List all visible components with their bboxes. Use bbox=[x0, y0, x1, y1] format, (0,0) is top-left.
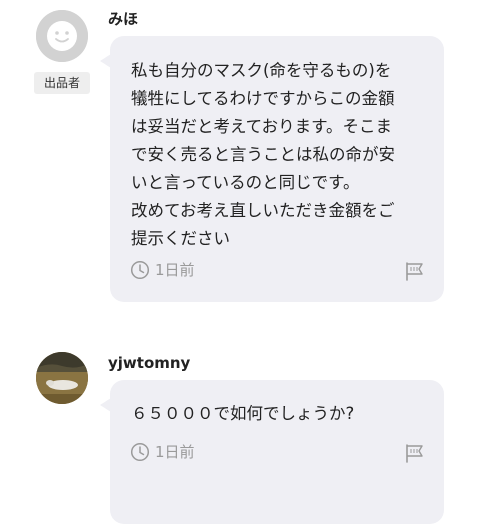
username[interactable]: yjwtomny bbox=[108, 354, 190, 372]
bubble-tail bbox=[100, 398, 111, 412]
seller-badge: 出品者 bbox=[34, 72, 90, 94]
report-flag-icon[interactable] bbox=[404, 443, 426, 463]
comment-bubble: ６５０００で如何でしょうか? 1日前 bbox=[100, 380, 444, 524]
comment-text: ６５０００で如何でしょうか? bbox=[131, 404, 355, 423]
user-avatar[interactable] bbox=[36, 10, 88, 62]
clock-icon bbox=[130, 442, 150, 461]
user-photo bbox=[36, 352, 88, 404]
comment-time: 1日前 bbox=[130, 259, 195, 280]
comment-bubble: 私も自分のマスク(命を守るもの)を 犠牲にしてるわけですからこの金額 は妥当だと… bbox=[100, 36, 444, 302]
comment-item: yjwtomny ６５０００で如何でしょうか? 1日前 bbox=[0, 340, 480, 524]
clock-icon bbox=[130, 260, 150, 279]
comment-item: 出品者 みほ 私も自分のマスク(命を守るもの)を 犠牲にしてるわけですからこの金… bbox=[0, 0, 480, 310]
bubble-tail bbox=[100, 54, 111, 68]
comment-text: 私も自分のマスク(命を守るもの)を 犠牲にしてるわけですからこの金額 は妥当だと… bbox=[131, 61, 395, 248]
time-label: 1日前 bbox=[155, 443, 195, 461]
default-user-icon bbox=[36, 10, 88, 62]
report-flag-icon[interactable] bbox=[404, 261, 426, 281]
user-avatar[interactable] bbox=[36, 352, 88, 404]
time-label: 1日前 bbox=[155, 261, 195, 279]
username[interactable]: みほ bbox=[108, 8, 138, 29]
comment-time: 1日前 bbox=[130, 441, 195, 462]
